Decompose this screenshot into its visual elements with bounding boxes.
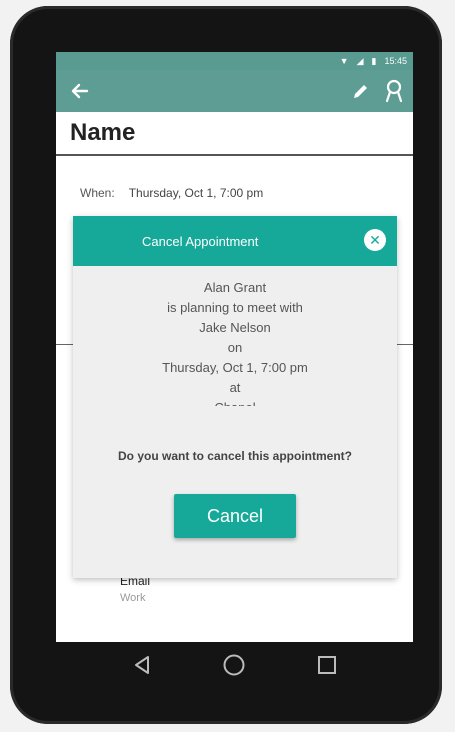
dialog-question: Do you want to cancel this appointment? bbox=[117, 449, 352, 463]
message-line: is planning to meet with bbox=[167, 300, 303, 315]
nav-bar bbox=[56, 642, 413, 688]
when-value: Thursday, Oct 1, 7:00 pm bbox=[128, 186, 264, 200]
dialog-actions: Cancel bbox=[73, 494, 397, 538]
message-line: Alan Grant bbox=[203, 280, 267, 295]
cancel-button[interactable]: Cancel bbox=[174, 494, 296, 538]
status-bar: ▼ ◢ ▮ 15:45 bbox=[56, 52, 413, 70]
screen: ▼ ◢ ▮ 15:45 Name When: Thursday, Oct 1, … bbox=[56, 52, 413, 642]
person-pin-icon[interactable] bbox=[385, 79, 403, 103]
app-bar bbox=[56, 70, 413, 112]
message-line: on bbox=[227, 340, 243, 355]
page-title: Name bbox=[70, 119, 136, 146]
message-line: at bbox=[229, 380, 241, 395]
message-line: Jake Nelson bbox=[199, 320, 271, 335]
status-time: 15:45 bbox=[384, 56, 407, 66]
when-row: When: Thursday, Oct 1, 7:00 pm bbox=[80, 186, 263, 200]
back-arrow-icon[interactable] bbox=[70, 81, 90, 101]
battery-icon: ▮ bbox=[371, 55, 377, 66]
dialog-message: Alan Grant is planning to meet with Jake… bbox=[73, 278, 397, 406]
recents-square-icon[interactable] bbox=[316, 654, 338, 676]
dialog-header: Cancel Appointment ✕ bbox=[73, 216, 397, 266]
signal-icon: ◢ bbox=[356, 55, 364, 66]
when-label: When: bbox=[80, 186, 115, 200]
dialog-title: Cancel Appointment bbox=[142, 233, 259, 249]
message-line: Chapel bbox=[73, 398, 397, 406]
close-circle-icon[interactable]: ✕ bbox=[364, 229, 386, 251]
edit-pencil-icon[interactable] bbox=[351, 81, 371, 101]
back-triangle-icon[interactable] bbox=[131, 654, 153, 676]
home-circle-icon[interactable] bbox=[222, 653, 246, 677]
cancel-appointment-dialog: Cancel Appointment ✕ Alan Grant is plann… bbox=[73, 216, 397, 578]
wifi-icon: ▼ bbox=[339, 55, 349, 66]
email-field[interactable]: Email Work bbox=[120, 574, 150, 604]
email-type: Work bbox=[120, 592, 146, 604]
title-bar: Name bbox=[56, 112, 413, 156]
message-line: Thursday, Oct 1, 7:00 pm bbox=[162, 360, 308, 375]
